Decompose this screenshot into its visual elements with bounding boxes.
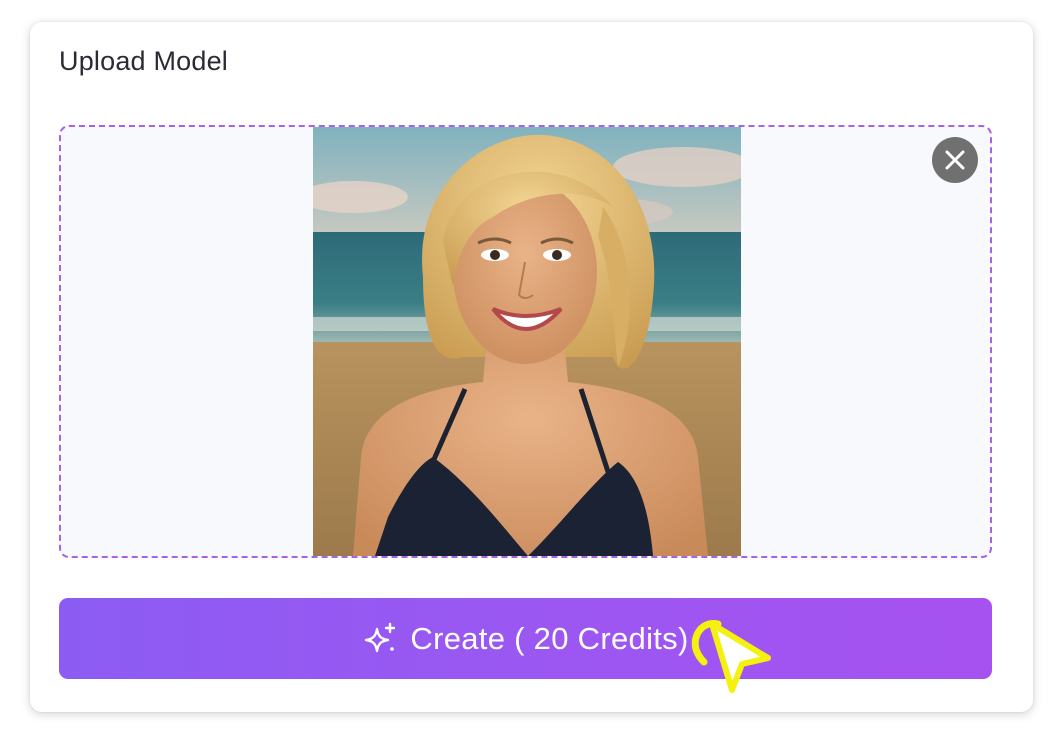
upload-dropzone[interactable] xyxy=(59,125,992,558)
create-button-label: Create ( 20 Credits) xyxy=(410,620,689,656)
upload-model-panel: Upload Model Create (20 Credits) xyxy=(30,22,1033,712)
panel-title: Upload Model xyxy=(59,46,229,76)
close-icon xyxy=(945,150,965,170)
create-button[interactable]: Create ( 20 Credits) xyxy=(59,598,992,679)
uploaded-model-image xyxy=(313,127,741,556)
remove-image-button[interactable] xyxy=(932,137,978,183)
sparkle-icon xyxy=(362,621,398,657)
